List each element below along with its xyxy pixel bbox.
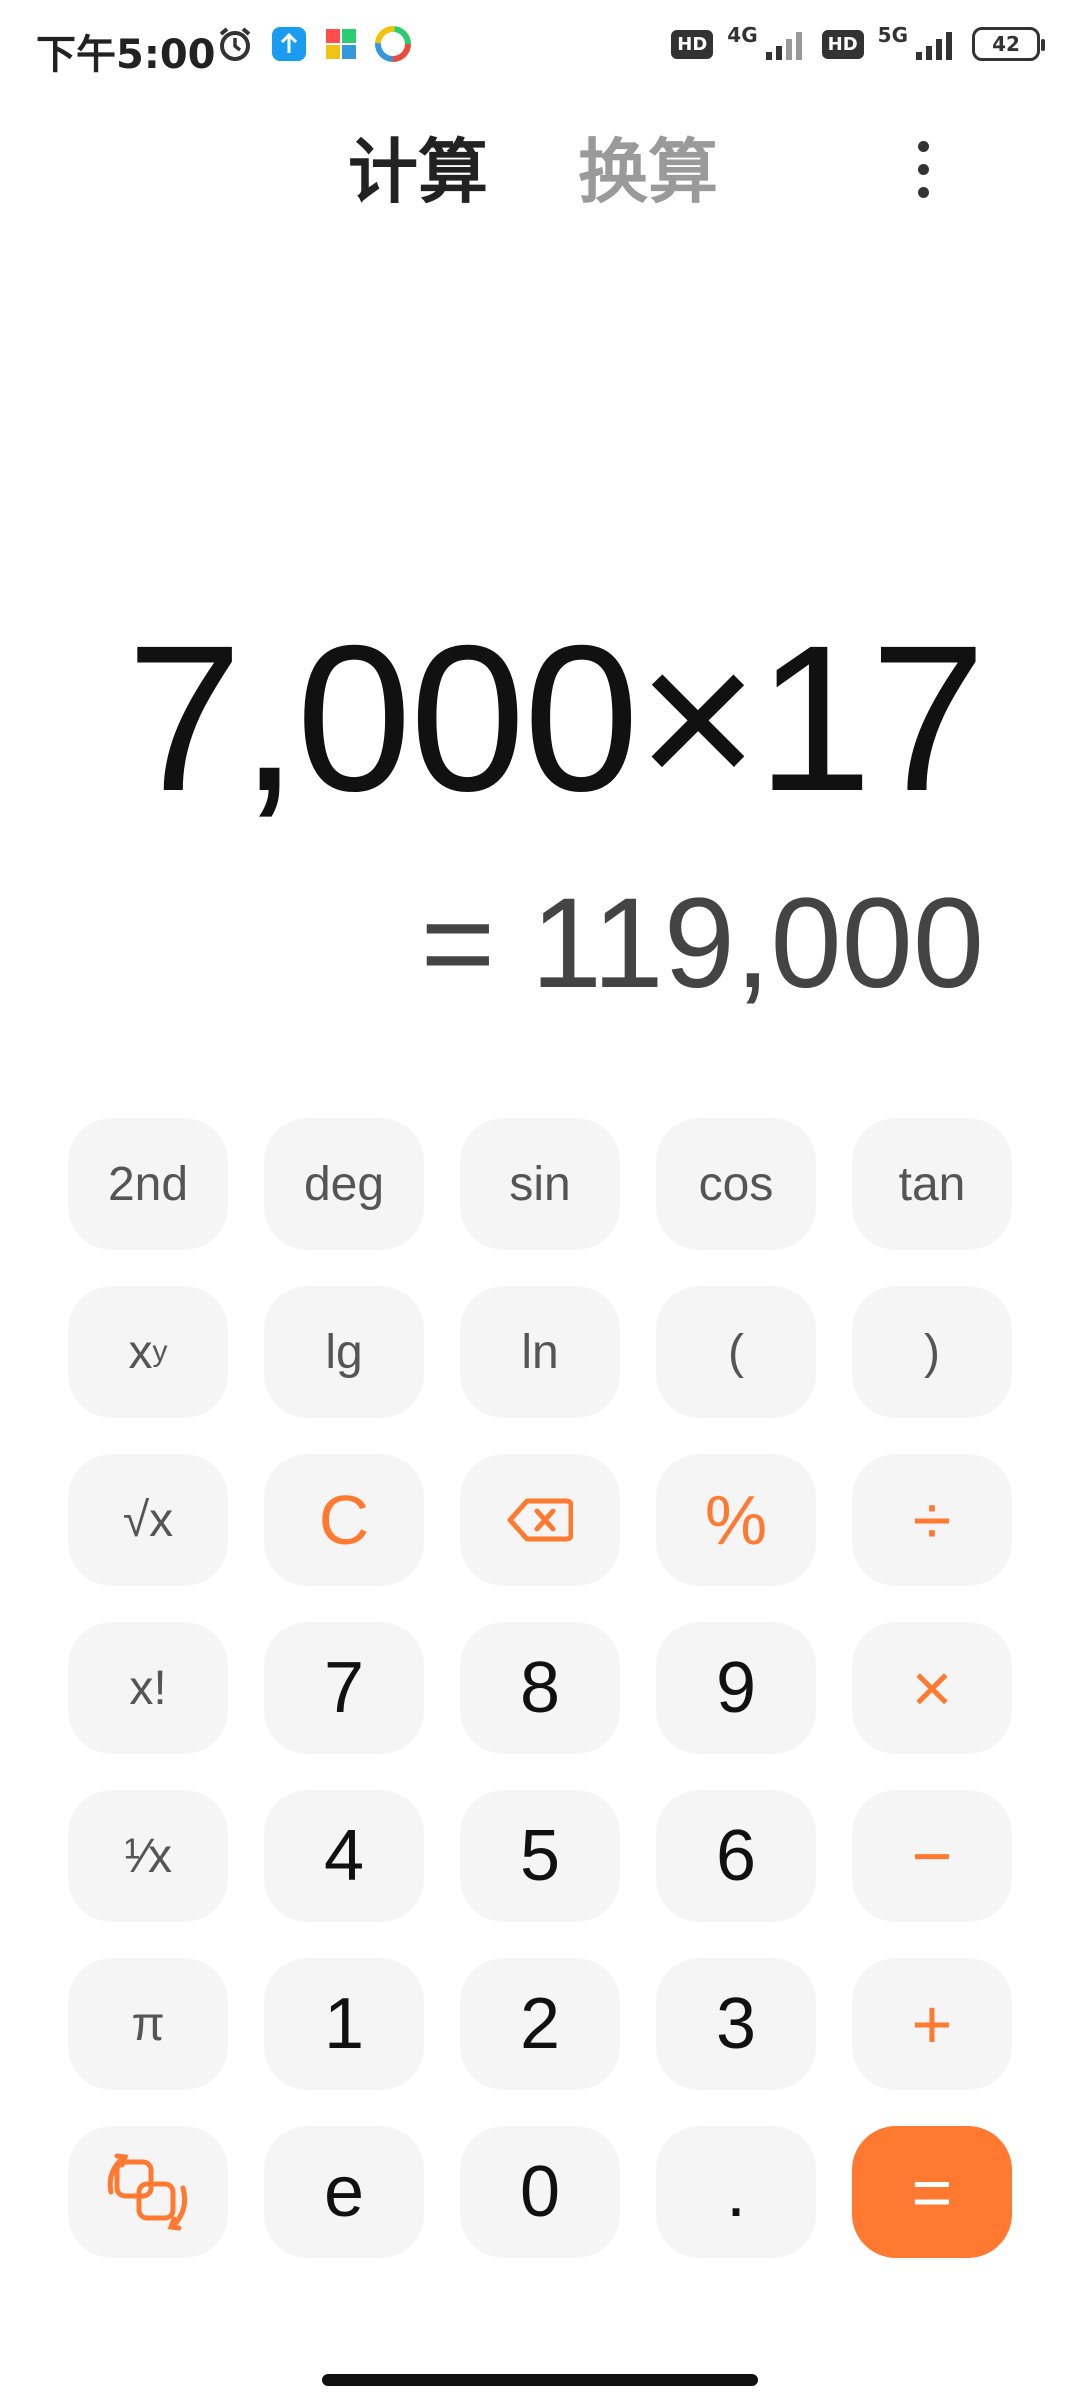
more-options-icon[interactable] [916, 141, 930, 198]
backspace-icon [507, 1498, 573, 1542]
digit-3-button[interactable]: 3 [656, 1958, 816, 2090]
result-display: = 119,000 [420, 872, 985, 1015]
digit-9-button[interactable]: 9 [656, 1622, 816, 1754]
signal-icon [765, 32, 802, 60]
home-indicator[interactable] [322, 2374, 758, 2386]
expression-display: 7,000×17 [126, 603, 986, 835]
keypad: 2nd deg sin cos tan xy lg ln ( ) √x C % … [68, 1118, 1012, 2258]
digit-0-button[interactable]: 0 [460, 2126, 620, 2258]
status-system-icons: HD 4G HD 5G 42 [671, 23, 1045, 62]
digit-8-button[interactable]: 8 [460, 1622, 620, 1754]
reciprocal-button[interactable]: ¹⁄x [68, 1790, 228, 1922]
dot [917, 187, 929, 198]
swap-icon [107, 2153, 188, 2231]
lg-button[interactable]: lg [264, 1286, 424, 1418]
right-paren-button[interactable]: ) [852, 1286, 1012, 1418]
tab-convert[interactable]: 换算 [578, 116, 718, 217]
minus-button[interactable]: − [852, 1790, 1012, 1922]
network-type-label: 5G [877, 23, 908, 47]
left-paren-button[interactable]: ( [656, 1286, 816, 1418]
divide-button[interactable]: ÷ [852, 1454, 1012, 1586]
digit-1-button[interactable]: 1 [264, 1958, 424, 2090]
battery-icon: 42 [972, 27, 1045, 61]
deg-button[interactable]: deg [264, 1118, 424, 1250]
sin-button[interactable]: sin [460, 1118, 620, 1250]
ln-button[interactable]: ln [460, 1286, 620, 1418]
equals-button[interactable]: = [852, 2126, 1012, 2258]
dot [917, 164, 929, 175]
plus-button[interactable]: + [852, 1958, 1012, 2090]
digit-4-button[interactable]: 4 [264, 1790, 424, 1922]
hd-badge: HD [671, 29, 714, 59]
power-exponent: y [152, 1335, 168, 1368]
tab-calculate[interactable]: 计算 [348, 116, 488, 217]
euler-button[interactable]: e [264, 2126, 424, 2258]
puzzle-app-icon [326, 29, 356, 59]
colorful-app-icon [375, 26, 411, 62]
status-notification-icons [215, 24, 411, 64]
battery-level: 42 [992, 32, 1020, 56]
second-function-button[interactable]: 2nd [68, 1118, 228, 1250]
mode-tabs: 计算 换算 [0, 116, 1080, 216]
power-base: x [128, 1325, 153, 1379]
percent-button[interactable]: % [656, 1454, 816, 1586]
sqrt-button[interactable]: √x [68, 1454, 228, 1586]
clear-button[interactable]: C [264, 1454, 424, 1586]
factorial-button[interactable]: x! [68, 1622, 228, 1754]
status-bar: 下午5:00 HD 4G HD 5G 42 [0, 0, 1080, 100]
status-time: 下午5:00 [36, 32, 216, 78]
tan-button[interactable]: tan [852, 1118, 1012, 1250]
backspace-button[interactable] [460, 1454, 620, 1586]
digit-5-button[interactable]: 5 [460, 1790, 620, 1922]
swap-mode-button[interactable] [68, 2126, 228, 2258]
hd-badge: HD [821, 29, 864, 59]
alarm-icon [219, 27, 251, 61]
multiply-button[interactable]: × [852, 1622, 1012, 1754]
pi-button[interactable]: π [68, 1958, 228, 2090]
digit-6-button[interactable]: 6 [656, 1790, 816, 1922]
cos-button[interactable]: cos [656, 1118, 816, 1250]
decimal-point-button[interactable]: . [656, 2126, 816, 2258]
power-button[interactable]: xy [68, 1286, 228, 1418]
upload-app-icon [272, 27, 306, 61]
network-type-label: 4G [727, 23, 758, 47]
digit-7-button[interactable]: 7 [264, 1622, 424, 1754]
signal-icon [916, 32, 952, 60]
digit-2-button[interactable]: 2 [460, 1958, 620, 2090]
dot [917, 141, 929, 152]
